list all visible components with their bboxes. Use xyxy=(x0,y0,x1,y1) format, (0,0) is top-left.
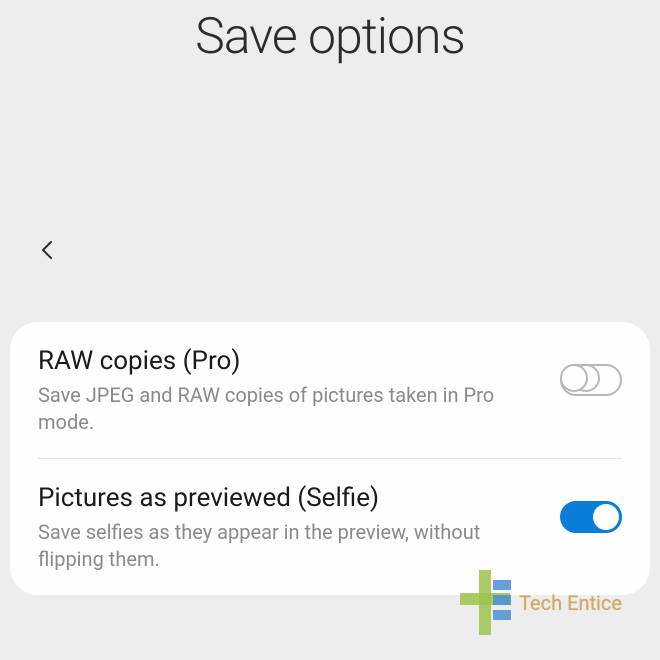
setting-subtitle: Save JPEG and RAW copies of pictures tak… xyxy=(38,382,530,436)
watermark: Tech Entice xyxy=(455,565,622,640)
setting-raw-copies[interactable]: RAW copies (Pro) Save JPEG and RAW copie… xyxy=(10,322,650,458)
watermark-text: Tech Entice xyxy=(519,591,622,615)
watermark-logo-icon xyxy=(455,565,515,640)
toggle-pictures-previewed[interactable] xyxy=(560,501,622,533)
back-button[interactable] xyxy=(36,232,60,270)
setting-text: RAW copies (Pro) Save JPEG and RAW copie… xyxy=(38,346,560,436)
settings-card: RAW copies (Pro) Save JPEG and RAW copie… xyxy=(10,322,650,595)
setting-text: Pictures as previewed (Selfie) Save self… xyxy=(38,483,560,573)
page-title: Save options xyxy=(0,0,660,66)
setting-title: Pictures as previewed (Selfie) xyxy=(38,483,530,513)
toggle-container xyxy=(560,483,622,533)
setting-title: RAW copies (Pro) xyxy=(38,346,530,376)
toggle-raw-copies[interactable] xyxy=(560,364,622,396)
chevron-left-icon xyxy=(36,238,60,262)
toggle-container xyxy=(560,346,622,396)
